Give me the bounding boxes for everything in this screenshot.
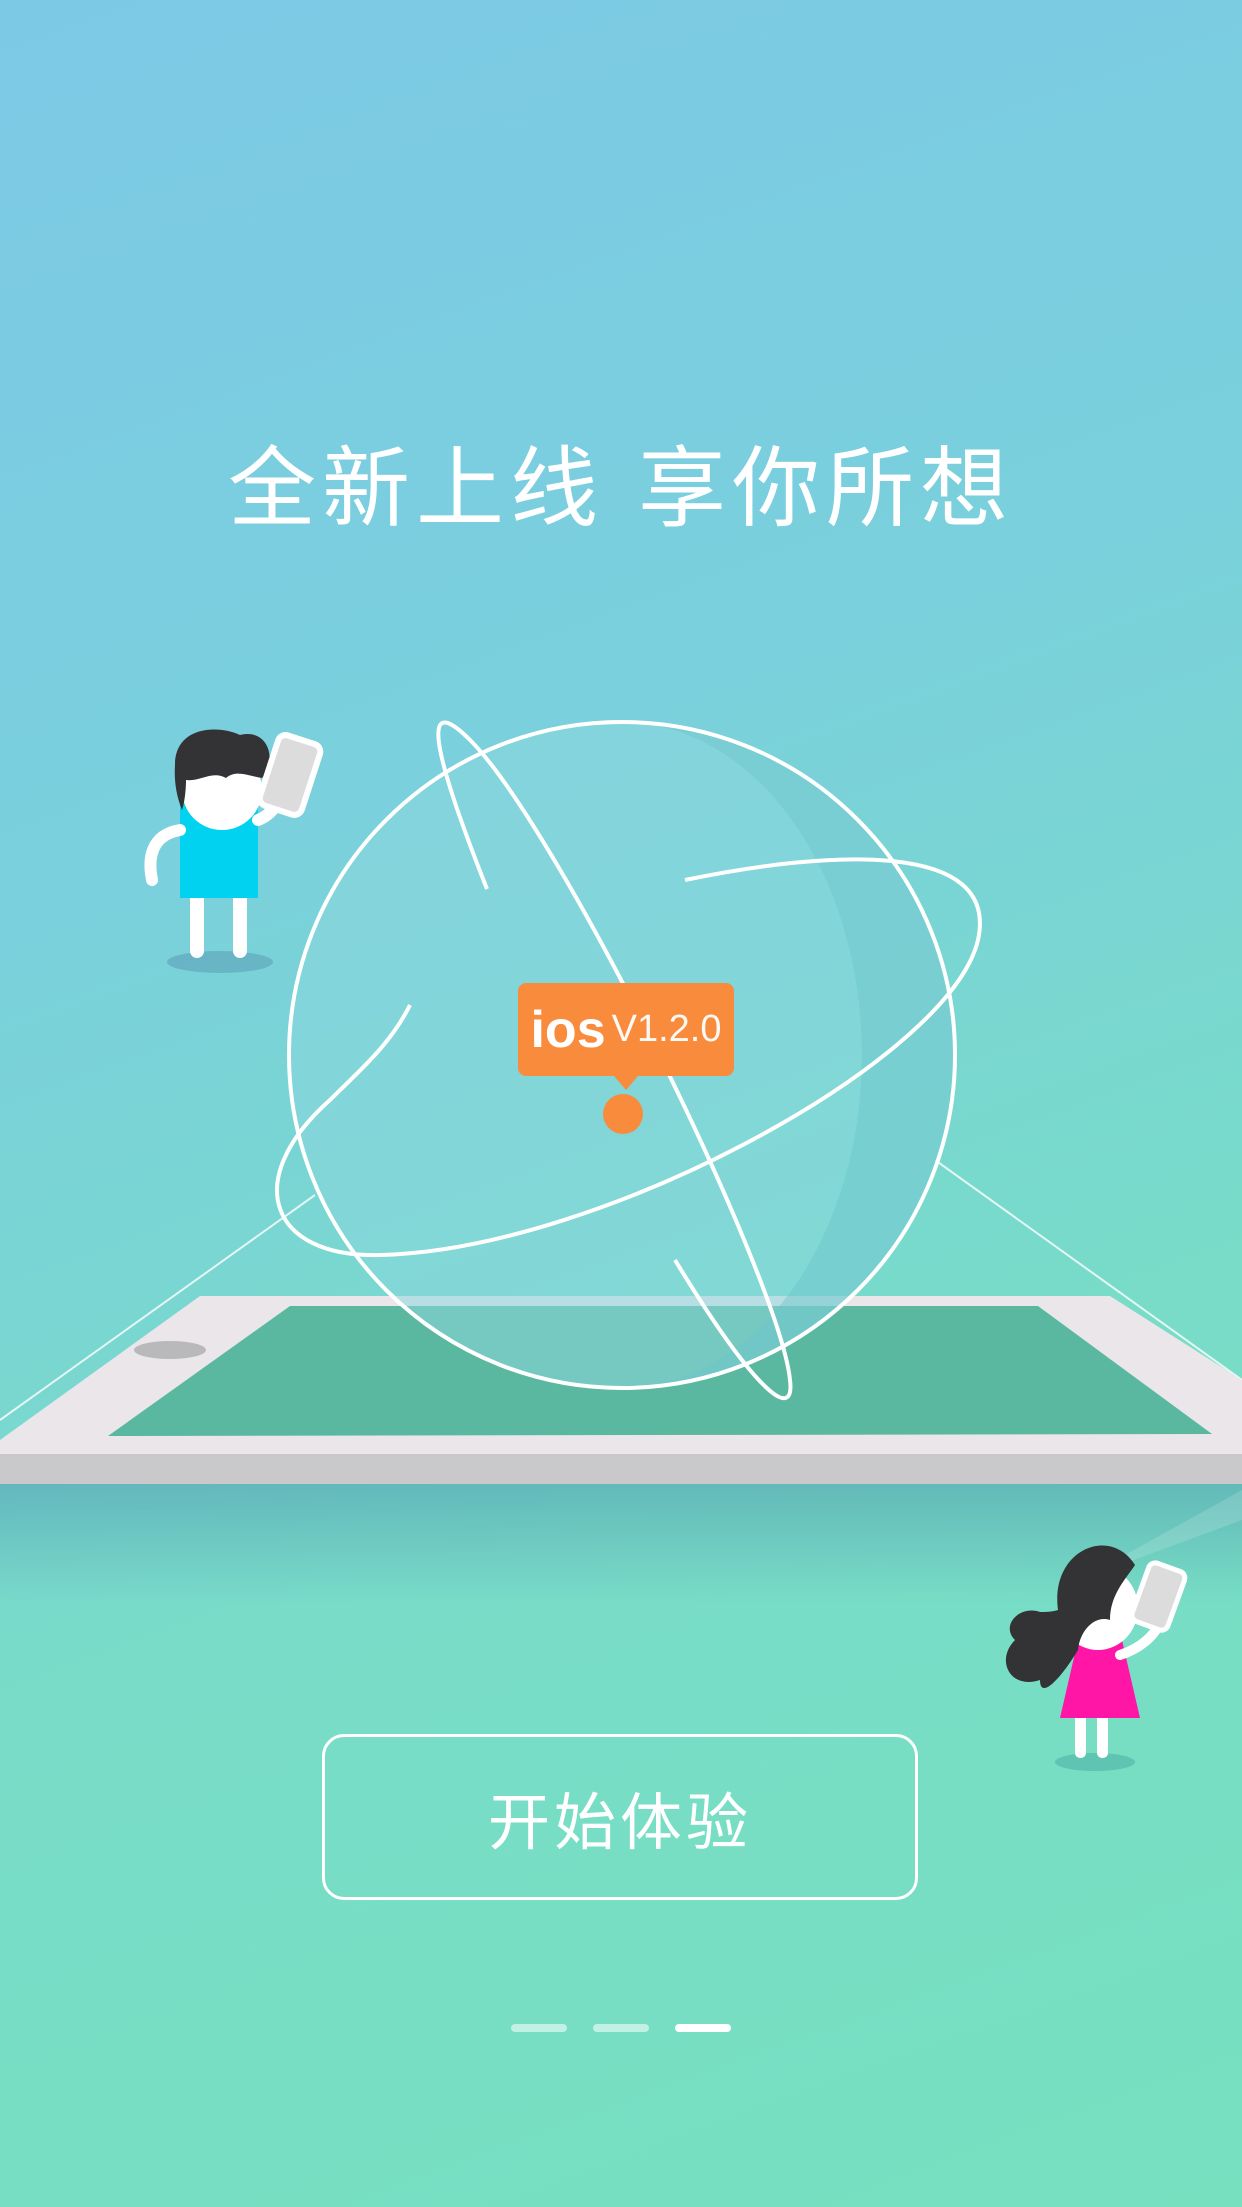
page-indicator-dot-2[interactable] (593, 2024, 649, 2032)
page-indicator (0, 2024, 1242, 2032)
version-label: V1.2.0 (611, 1008, 722, 1050)
page-indicator-dot-3-active[interactable] (675, 2024, 731, 2032)
os-label: ios (530, 1000, 606, 1059)
version-pin-dot (603, 1094, 643, 1134)
page-indicator-dot-1[interactable] (511, 2024, 567, 2032)
start-experience-button[interactable]: 开始体验 (322, 1734, 918, 1900)
onboarding-screen: 全新上线 享你所想 ios V1.2.0 开始体验 (0, 0, 1242, 2207)
version-badge: ios V1.2.0 (518, 983, 734, 1090)
boy-with-phone-illustration (144, 729, 324, 973)
